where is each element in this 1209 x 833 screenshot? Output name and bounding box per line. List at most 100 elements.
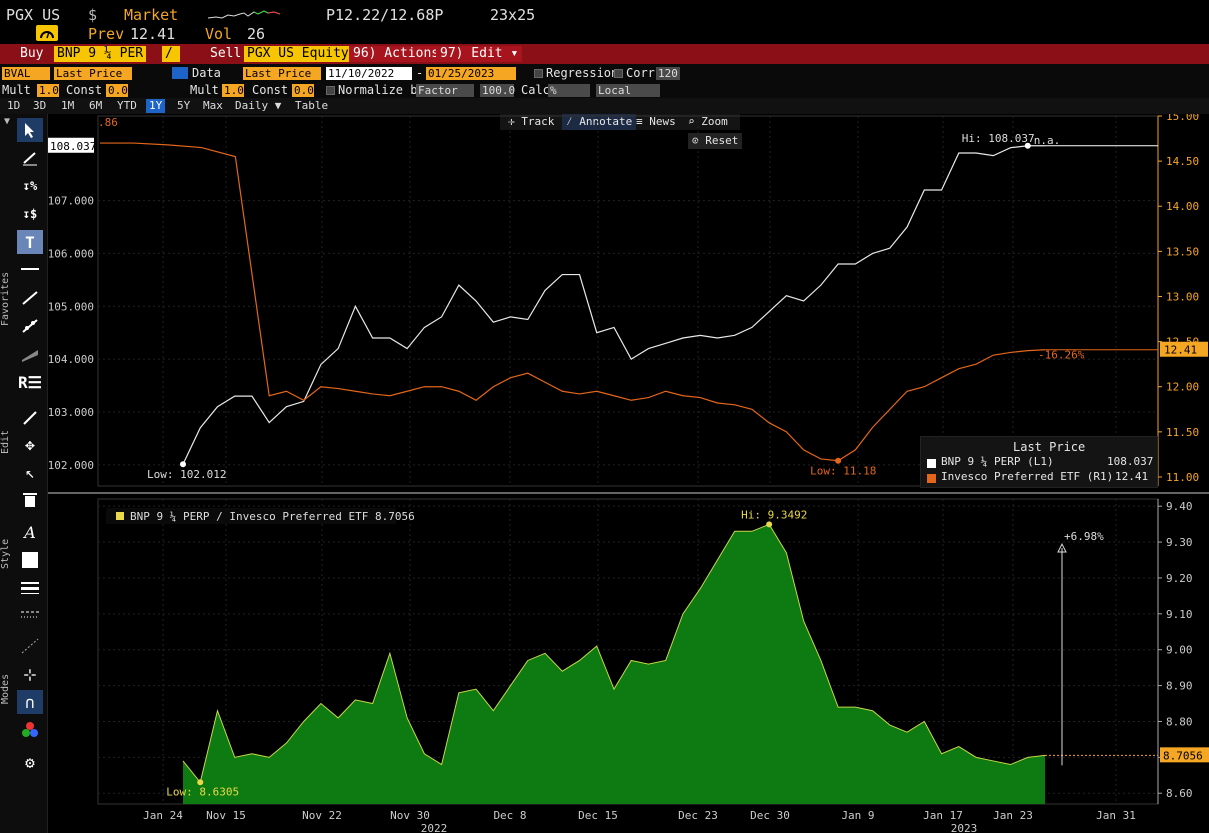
left-tick-label: 103.000 [48,406,94,419]
corr-value[interactable]: 120 [656,67,680,80]
period-3d[interactable]: 3D [30,99,49,113]
period-6m[interactable]: 6M [86,99,105,113]
ratio-title: BNP 9 ¼ PERP / Invesco Preferred ETF 8.7… [130,510,415,523]
slash-field[interactable]: / [162,46,180,62]
trade-bar: Buy BNP 9 ¼ PER / Sell PGX US Equity 96)… [0,44,1209,64]
normalize-checkbox[interactable] [326,86,335,95]
const-input-2[interactable]: 0.0 [292,84,314,97]
pen-icon[interactable] [17,146,43,170]
style-side-label: Style [0,538,11,570]
color-dots-icon[interactable] [17,718,43,742]
sell-button[interactable]: Sell [210,46,241,62]
ray-icon[interactable] [17,314,43,338]
x-tick-label: Dec 30 [750,809,790,822]
upper-panel-frame [97,115,1159,487]
add-pointer-icon[interactable]: ↖ [17,460,43,484]
vol-label: Vol [205,25,233,43]
modes-side-label: Modes [0,673,11,705]
period-max[interactable]: Max [200,99,226,113]
table-button[interactable]: Table [292,99,331,113]
regression-checkbox[interactable] [534,69,543,78]
magnet-icon[interactable]: ∩ [17,690,43,714]
corr-checkbox[interactable] [614,69,623,78]
start-date-input[interactable]: 11/10/2022 [326,67,412,80]
normalize-dropdown[interactable]: Factor [416,84,474,97]
line-style-icon[interactable] [17,604,43,628]
right-tick-label: 14.50 [1166,155,1199,168]
ticker: PGX US [6,6,61,24]
gear-icon[interactable]: ⚙ [17,750,43,774]
edit-pen-icon[interactable] [17,406,43,430]
corr-label: Corr [626,66,655,80]
field2-dropdown[interactable]: Last Price [243,67,321,80]
trash-icon[interactable] [17,488,43,512]
period-1y[interactable]: 1Y [146,99,166,113]
horizontal-line-icon[interactable] [17,258,43,282]
mult-input-1[interactable]: 1.0 [37,84,59,97]
calc-dropdown[interactable]: % [548,84,590,97]
percent-arrow-icon[interactable]: ↧% [17,174,43,198]
field1-dropdown[interactable]: Last Price [54,67,132,80]
right-tick-label: 15.00 [1166,114,1199,123]
ratio-title-swatch [116,512,124,520]
sell-security-field[interactable]: PGX US Equity [244,46,352,62]
buy-security-field[interactable]: BNP 9 ¼ PER [54,46,147,62]
normalize-label: Normalize by [338,83,425,97]
right-tick-label: 13.50 [1166,245,1199,258]
right-tick-label: 12.00 [1166,381,1199,394]
end-date-input[interactable]: 01/25/2023 [426,67,516,80]
fill-color-icon[interactable] [17,548,43,572]
legend-item-1-value: 108.037 [1107,455,1154,468]
x-tick-label: Jan 23 [993,809,1033,822]
date-dash: - [416,66,424,80]
period-5y[interactable]: 5Y [174,99,193,113]
edit-label: 97) Edit [440,46,503,61]
mult-label-1: Mult [2,83,31,97]
favorites-label: Favorites [0,271,11,327]
font-style-icon[interactable]: A [17,520,43,544]
magnet-plus-icon[interactable]: ⊹ [17,662,43,686]
currency-dropdown[interactable]: Local [596,84,660,97]
legend-orange-swatch [927,474,936,483]
x-tick-label: Jan 17 [923,809,963,822]
period-1d[interactable]: 1D [4,99,23,113]
left-tick-label: 102.000 [48,459,94,472]
dotted-line-icon[interactable] [17,634,43,658]
collapse-icon[interactable]: ▼ [4,116,10,127]
line-weight-icon[interactable] [17,576,43,600]
gauge-icon[interactable] [36,25,58,41]
prev-value: 12.41 [130,25,176,43]
year-label: 2022 [421,822,448,833]
period-1m[interactable]: 1M [58,99,77,113]
year-label: 2023 [951,822,978,833]
lower-tick-label: 9.00 [1166,644,1193,657]
mult-input-2[interactable]: 1.0 [222,84,244,97]
ratio-low-label: Low: 8.6305 [166,785,239,798]
orange-low-marker [835,457,842,464]
hi-label: Hi: 108.037 [962,132,1035,145]
x-tick-label: Nov 22 [302,809,342,822]
pointer-icon[interactable] [17,118,43,142]
channel-icon[interactable] [17,342,43,366]
legend-white-swatch [927,459,936,468]
const-label-1: Const [66,83,103,97]
lower-tick-label: 9.30 [1166,536,1193,549]
x-tick-label: Jan 31 [1096,809,1136,822]
swap-icon[interactable] [172,67,188,79]
orange-low-label: Low: 11.18 [810,465,876,478]
current-left-value: 108.037 [50,140,96,153]
normalize-value[interactable]: 100.0 [480,84,515,97]
trendline-icon[interactable] [17,286,43,310]
series-line-pgx [100,142,1046,462]
buy-button[interactable]: Buy [20,46,43,62]
dollar-arrow-icon[interactable]: ↧$ [17,202,43,226]
edit-menu[interactable]: 97) Edit ▾ [436,46,523,62]
period-ytd[interactable]: YTD [114,99,140,113]
text-tool-icon[interactable]: T [17,230,43,254]
move-icon[interactable]: ✥ [17,432,43,456]
left-toolbar: Favorites Edit Style Modes ▼ ↧% ↧$ T R☰ … [0,114,48,833]
retracement-icon[interactable]: R☰ [17,370,43,394]
daily-dropdown[interactable]: Daily ▼ [232,99,284,113]
const-input-1[interactable]: 0.0 [106,84,128,97]
source-dropdown[interactable]: BVAL [2,67,50,80]
